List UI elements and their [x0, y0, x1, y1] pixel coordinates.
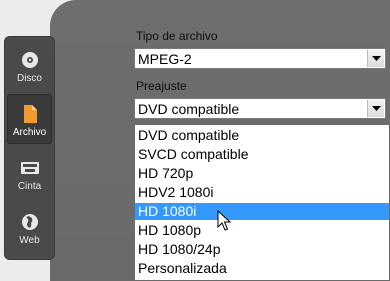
- output-sidebar: Disco Archivo Cinta Web: [4, 36, 55, 260]
- mouse-cursor-icon: [217, 210, 232, 231]
- tape-icon: [21, 162, 39, 174]
- list-item[interactable]: SVCD compatible: [135, 146, 389, 163]
- file-icon: [24, 105, 37, 123]
- list-item-selected[interactable]: HD 1080i: [135, 203, 389, 220]
- preset-value: DVD compatible: [138, 101, 240, 117]
- list-item[interactable]: Personalizada: [135, 260, 389, 277]
- preset-select[interactable]: DVD compatible: [134, 98, 386, 119]
- file-type-value: MPEG-2: [138, 51, 192, 67]
- list-item[interactable]: DVD compatible: [135, 127, 389, 144]
- sidebar-item-label: Web: [19, 235, 40, 246]
- globe-icon: [22, 214, 38, 230]
- sidebar-item-disco[interactable]: Disco: [7, 40, 52, 90]
- preset-label: Preajuste: [136, 79, 187, 93]
- sidebar-item-label: Disco: [16, 73, 42, 84]
- sidebar-item-cinta[interactable]: Cinta: [7, 148, 52, 198]
- sidebar-item-label: Archivo: [12, 127, 47, 138]
- list-item[interactable]: HD 720p: [135, 165, 389, 182]
- chevron-down-icon[interactable]: [367, 50, 384, 67]
- chevron-down-icon[interactable]: [367, 100, 384, 117]
- file-type-select[interactable]: MPEG-2: [134, 48, 386, 69]
- list-item[interactable]: HD 1080p: [135, 222, 389, 239]
- preset-dropdown-list: DVD compatible SVCD compatible HD 720p H…: [134, 124, 390, 281]
- disc-icon: [22, 52, 38, 68]
- file-type-label: Tipo de archivo: [136, 29, 218, 43]
- sidebar-item-web[interactable]: Web: [7, 202, 52, 252]
- list-item[interactable]: HD 1080/24p: [135, 241, 389, 258]
- list-item[interactable]: HDV2 1080i: [135, 184, 389, 201]
- sidebar-item-archivo[interactable]: Archivo: [7, 94, 52, 144]
- sidebar-item-label: Cinta: [17, 181, 42, 192]
